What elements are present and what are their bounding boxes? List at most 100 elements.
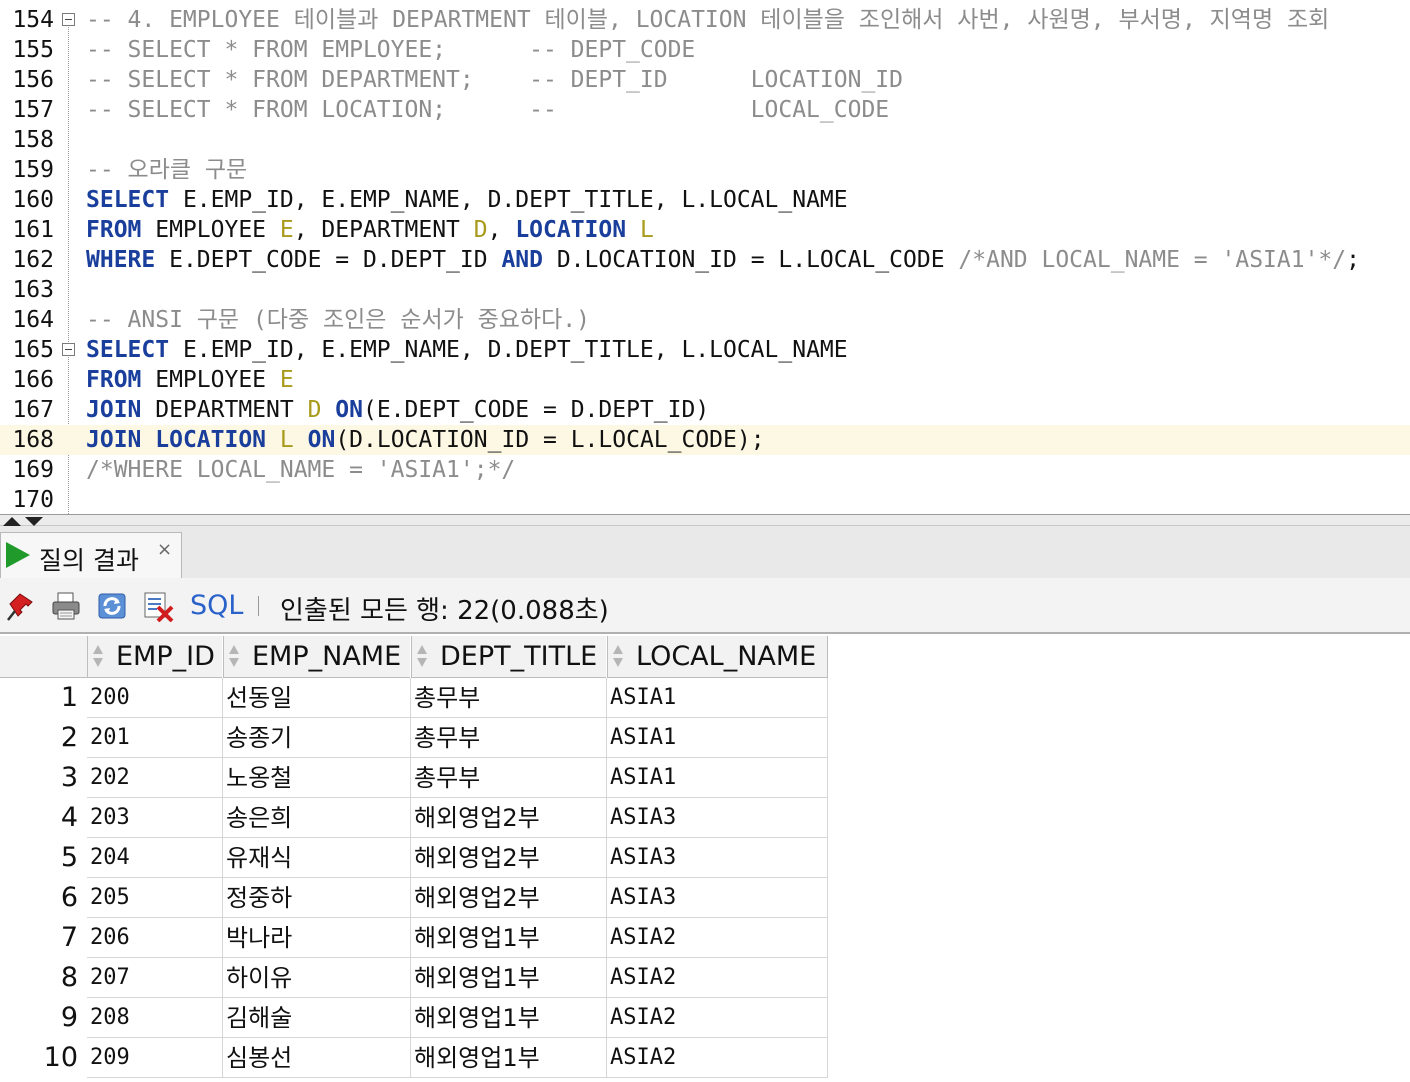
cell-emp-name[interactable]: 송은희 [223, 798, 411, 838]
cell-emp-id[interactable]: 202 [87, 758, 223, 798]
table-row[interactable]: 10 209 심봉선 해외영업1부 ASIA2 [0, 1038, 828, 1078]
code-line[interactable]: 154 -- 4. EMPLOYEE 테이블과 DEPARTMENT 테이블, L… [0, 5, 1410, 35]
cell-dept-title[interactable]: 해외영업1부 [411, 918, 607, 958]
column-header-emp-name[interactable]: EMP_NAME [223, 636, 411, 678]
table-row[interactable]: 9 208 김해술 해외영업1부 ASIA2 [0, 998, 828, 1038]
table-row[interactable]: 4 203 송은희 해외영업2부 ASIA3 [0, 798, 828, 838]
cell-emp-name[interactable]: 김해술 [223, 998, 411, 1038]
code-line[interactable]: 164 -- ANSI 구문 (다중 조인은 순서가 중요하다.) [0, 305, 1410, 335]
code-text[interactable]: /*WHERE LOCAL_NAME = 'ASIA1';*/ [86, 455, 515, 485]
code-text[interactable]: -- ANSI 구문 (다중 조인은 순서가 중요하다.) [86, 305, 590, 335]
result-grid[interactable]: EMP_ID EMP_NAME DEPT_TITLE LOCAL_NAME 12… [0, 636, 1410, 1082]
sort-icon[interactable] [227, 643, 241, 671]
table-row[interactable]: 5 204 유재식 해외영업2부 ASIA3 [0, 838, 828, 878]
sql-link[interactable]: SQL [190, 590, 243, 621]
cell-emp-name[interactable]: 송종기 [223, 718, 411, 758]
pin-icon[interactable] [6, 590, 38, 622]
cell-dept-title[interactable]: 해외영업2부 [411, 798, 607, 838]
collapse-down-icon[interactable] [25, 517, 43, 526]
code-text[interactable]: WHERE E.DEPT_CODE = D.DEPT_ID AND D.LOCA… [86, 245, 1360, 275]
sort-icon[interactable] [415, 643, 429, 671]
row-number[interactable]: 5 [0, 838, 86, 878]
code-text[interactable]: -- 4. EMPLOYEE 테이블과 DEPARTMENT 테이블, LOCA… [86, 5, 1329, 35]
code-line[interactable]: 162 WHERE E.DEPT_CODE = D.DEPT_ID AND D.L… [0, 245, 1410, 275]
code-line[interactable]: 170 [0, 485, 1410, 514]
sql-editor[interactable]: 154 -- 4. EMPLOYEE 테이블과 DEPARTMENT 테이블, L… [0, 0, 1410, 514]
row-number[interactable]: 7 [0, 918, 86, 958]
print-icon[interactable] [50, 590, 82, 622]
code-text[interactable]: SELECT E.EMP_ID, E.EMP_NAME, D.DEPT_TITL… [86, 185, 848, 215]
code-line[interactable]: 165 SELECT E.EMP_ID, E.EMP_NAME, D.DEPT_T… [0, 335, 1410, 365]
close-icon[interactable]: × [157, 539, 172, 560]
sort-icon[interactable] [611, 643, 625, 671]
cell-dept-title[interactable]: 해외영업2부 [411, 878, 607, 918]
cell-dept-title[interactable]: 총무부 [411, 678, 607, 718]
cell-local-name[interactable]: ASIA2 [607, 1038, 828, 1078]
row-number[interactable]: 6 [0, 878, 86, 918]
cell-emp-id[interactable]: 207 [87, 958, 223, 998]
code-text[interactable]: SELECT E.EMP_ID, E.EMP_NAME, D.DEPT_TITL… [86, 335, 848, 365]
cell-emp-id[interactable]: 205 [87, 878, 223, 918]
code-line[interactable]: 158 [0, 125, 1410, 155]
cell-emp-name[interactable]: 선동일 [223, 678, 411, 718]
cell-emp-id[interactable]: 206 [87, 918, 223, 958]
row-number[interactable]: 9 [0, 998, 86, 1038]
cell-emp-id[interactable]: 201 [87, 718, 223, 758]
cell-local-name[interactable]: ASIA3 [607, 798, 828, 838]
cell-emp-name[interactable]: 하이유 [223, 958, 411, 998]
collapse-up-icon[interactable] [3, 517, 21, 526]
cell-local-name[interactable]: ASIA2 [607, 918, 828, 958]
column-header-dept-title[interactable]: DEPT_TITLE [411, 636, 607, 678]
cancel-query-icon[interactable] [142, 590, 174, 622]
cell-emp-name[interactable]: 유재식 [223, 838, 411, 878]
code-text[interactable]: -- SELECT * FROM EMPLOYEE; -- DEPT_CODE [86, 35, 695, 65]
cell-dept-title[interactable]: 총무부 [411, 758, 607, 798]
cell-emp-id[interactable]: 208 [87, 998, 223, 1038]
code-text[interactable]: -- 오라클 구문 [86, 155, 247, 185]
cell-dept-title[interactable]: 해외영업1부 [411, 998, 607, 1038]
cell-dept-title[interactable]: 해외영업1부 [411, 958, 607, 998]
cell-emp-name[interactable]: 박나라 [223, 918, 411, 958]
row-number[interactable]: 3 [0, 758, 86, 798]
column-header-emp-id[interactable]: EMP_ID [87, 636, 223, 678]
fold-toggle-icon[interactable] [62, 343, 75, 356]
tab-query-result[interactable]: 질의 결과 × [0, 532, 182, 578]
cell-local-name[interactable]: ASIA1 [607, 758, 828, 798]
cell-emp-name[interactable]: 정중하 [223, 878, 411, 918]
table-row[interactable]: 3 202 노옹철 총무부 ASIA1 [0, 758, 828, 798]
code-line[interactable]: 167 JOIN DEPARTMENT D ON(E.DEPT_CODE = D.… [0, 395, 1410, 425]
table-row[interactable]: 7 206 박나라 해외영업1부 ASIA2 [0, 918, 828, 958]
cell-emp-id[interactable]: 200 [87, 678, 223, 718]
code-line[interactable]: 157 -- SELECT * FROM LOCATION; -- LOCAL_C… [0, 95, 1410, 125]
cell-local-name[interactable]: ASIA2 [607, 958, 828, 998]
code-text[interactable]: FROM EMPLOYEE E, DEPARTMENT D, LOCATION … [86, 215, 654, 245]
fold-toggle-icon[interactable] [62, 13, 75, 26]
cell-local-name[interactable]: ASIA2 [607, 998, 828, 1038]
code-text[interactable]: FROM EMPLOYEE E [86, 365, 294, 395]
table-row[interactable]: 2 201 송종기 총무부 ASIA1 [0, 718, 828, 758]
cell-emp-name[interactable]: 심봉선 [223, 1038, 411, 1078]
sort-icon[interactable] [91, 643, 105, 671]
cell-dept-title[interactable]: 해외영업2부 [411, 838, 607, 878]
table-row[interactable]: 6 205 정중하 해외영업2부 ASIA3 [0, 878, 828, 918]
code-text[interactable]: -- SELECT * FROM DEPARTMENT; -- DEPT_ID … [86, 65, 903, 95]
code-line[interactable]: 169 /*WHERE LOCAL_NAME = 'ASIA1';*/ [0, 455, 1410, 485]
code-line[interactable]: 168 JOIN LOCATION L ON(D.LOCATION_ID = L.… [0, 425, 1410, 455]
cell-dept-title[interactable]: 총무부 [411, 718, 607, 758]
row-number[interactable]: 8 [0, 958, 86, 998]
code-line[interactable]: 166 FROM EMPLOYEE E [0, 365, 1410, 395]
refresh-icon[interactable] [96, 590, 128, 622]
row-number[interactable]: 4 [0, 798, 86, 838]
code-line[interactable]: 163 [0, 275, 1410, 305]
code-text[interactable]: JOIN LOCATION L ON(D.LOCATION_ID = L.LOC… [86, 425, 765, 455]
table-row[interactable]: 8 207 하이유 해외영업1부 ASIA2 [0, 958, 828, 998]
cell-emp-id[interactable]: 203 [87, 798, 223, 838]
column-header-local-name[interactable]: LOCAL_NAME [607, 636, 828, 678]
cell-emp-id[interactable]: 204 [87, 838, 223, 878]
panel-splitter[interactable] [0, 514, 1410, 526]
cell-local-name[interactable]: ASIA3 [607, 878, 828, 918]
code-text[interactable]: -- SELECT * FROM LOCATION; -- LOCAL_CODE [86, 95, 889, 125]
cell-emp-id[interactable]: 209 [87, 1038, 223, 1078]
code-line[interactable]: 159 -- 오라클 구문 [0, 155, 1410, 185]
cell-local-name[interactable]: ASIA1 [607, 718, 828, 758]
